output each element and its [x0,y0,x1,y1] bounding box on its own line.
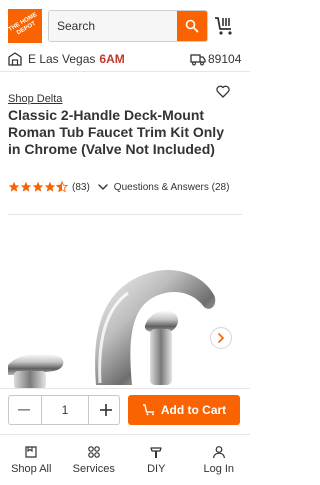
search-button[interactable] [177,11,207,41]
image-next-button[interactable] [210,327,232,349]
search-box[interactable] [48,10,208,42]
star-full-icon [8,181,20,192]
minus-icon [18,409,30,411]
logo-text: THE HOME DEPOT [7,12,39,37]
star-half-icon [56,181,68,193]
truck-icon[interactable] [190,52,206,66]
chevron-right-icon [218,333,224,343]
nav-services[interactable]: Services [63,435,126,485]
star-full-icon [32,181,44,192]
shop-all-icon [25,446,37,458]
star-full-icon [20,181,32,192]
add-to-cart-bar: Add to Cart [0,388,250,434]
quantity-decrease-button[interactable] [9,396,39,424]
store-icon[interactable] [8,52,22,66]
store-selector[interactable]: E Las Vegas 6AM [28,52,125,66]
diy-icon [150,447,162,458]
star-rating[interactable] [8,181,68,193]
shop-brand-link[interactable]: Shop Delta [8,93,62,105]
quantity-input[interactable] [41,396,89,424]
search-input[interactable] [49,11,179,41]
nav-log-in[interactable]: Log In [188,435,251,485]
quantity-increase-button[interactable] [91,396,121,424]
add-to-cart-label: Add to Cart [160,403,227,417]
home-depot-logo[interactable]: THE HOME DEPOT [8,9,42,43]
search-icon [185,19,199,33]
product-title: Classic 2-Handle Deck-Mount Roman Tub Fa… [8,107,224,157]
chevron-down-icon[interactable] [98,183,108,191]
bottom-nav: Shop All Services DIY Log In [0,434,250,485]
quantity-stepper [8,395,120,425]
product-image[interactable] [8,214,242,388]
nav-label-services: Services [72,463,115,475]
user-icon [212,446,225,459]
cart-icon [142,404,154,416]
nav-label-diy: DIY [147,463,166,475]
services-icon [87,446,100,458]
faucet-image [8,270,216,388]
rating-row: (83) Questions & Answers (28) [8,180,229,194]
nav-shop-all[interactable]: Shop All [0,435,63,485]
review-count[interactable]: (83) [72,182,90,193]
plus-icon [100,404,112,416]
nav-label-shop-all: Shop All [11,463,52,475]
cart-icon[interactable] [212,14,236,38]
star-full-icon [44,181,56,192]
location-bar: E Las Vegas 6AM 89104 [0,46,250,72]
store-name: E Las Vegas [28,52,96,66]
store-hours: 6AM [99,52,125,66]
nav-label-log-in: Log In [203,463,235,475]
nav-diy[interactable]: DIY [125,435,188,485]
favorite-heart-icon[interactable] [216,85,230,98]
add-to-cart-button[interactable]: Add to Cart [128,395,240,425]
questions-answers-link[interactable]: Questions & Answers (28) [114,182,230,193]
app-header: THE HOME DEPOT [0,0,250,46]
delivery-zip[interactable]: 89104 [208,52,241,66]
